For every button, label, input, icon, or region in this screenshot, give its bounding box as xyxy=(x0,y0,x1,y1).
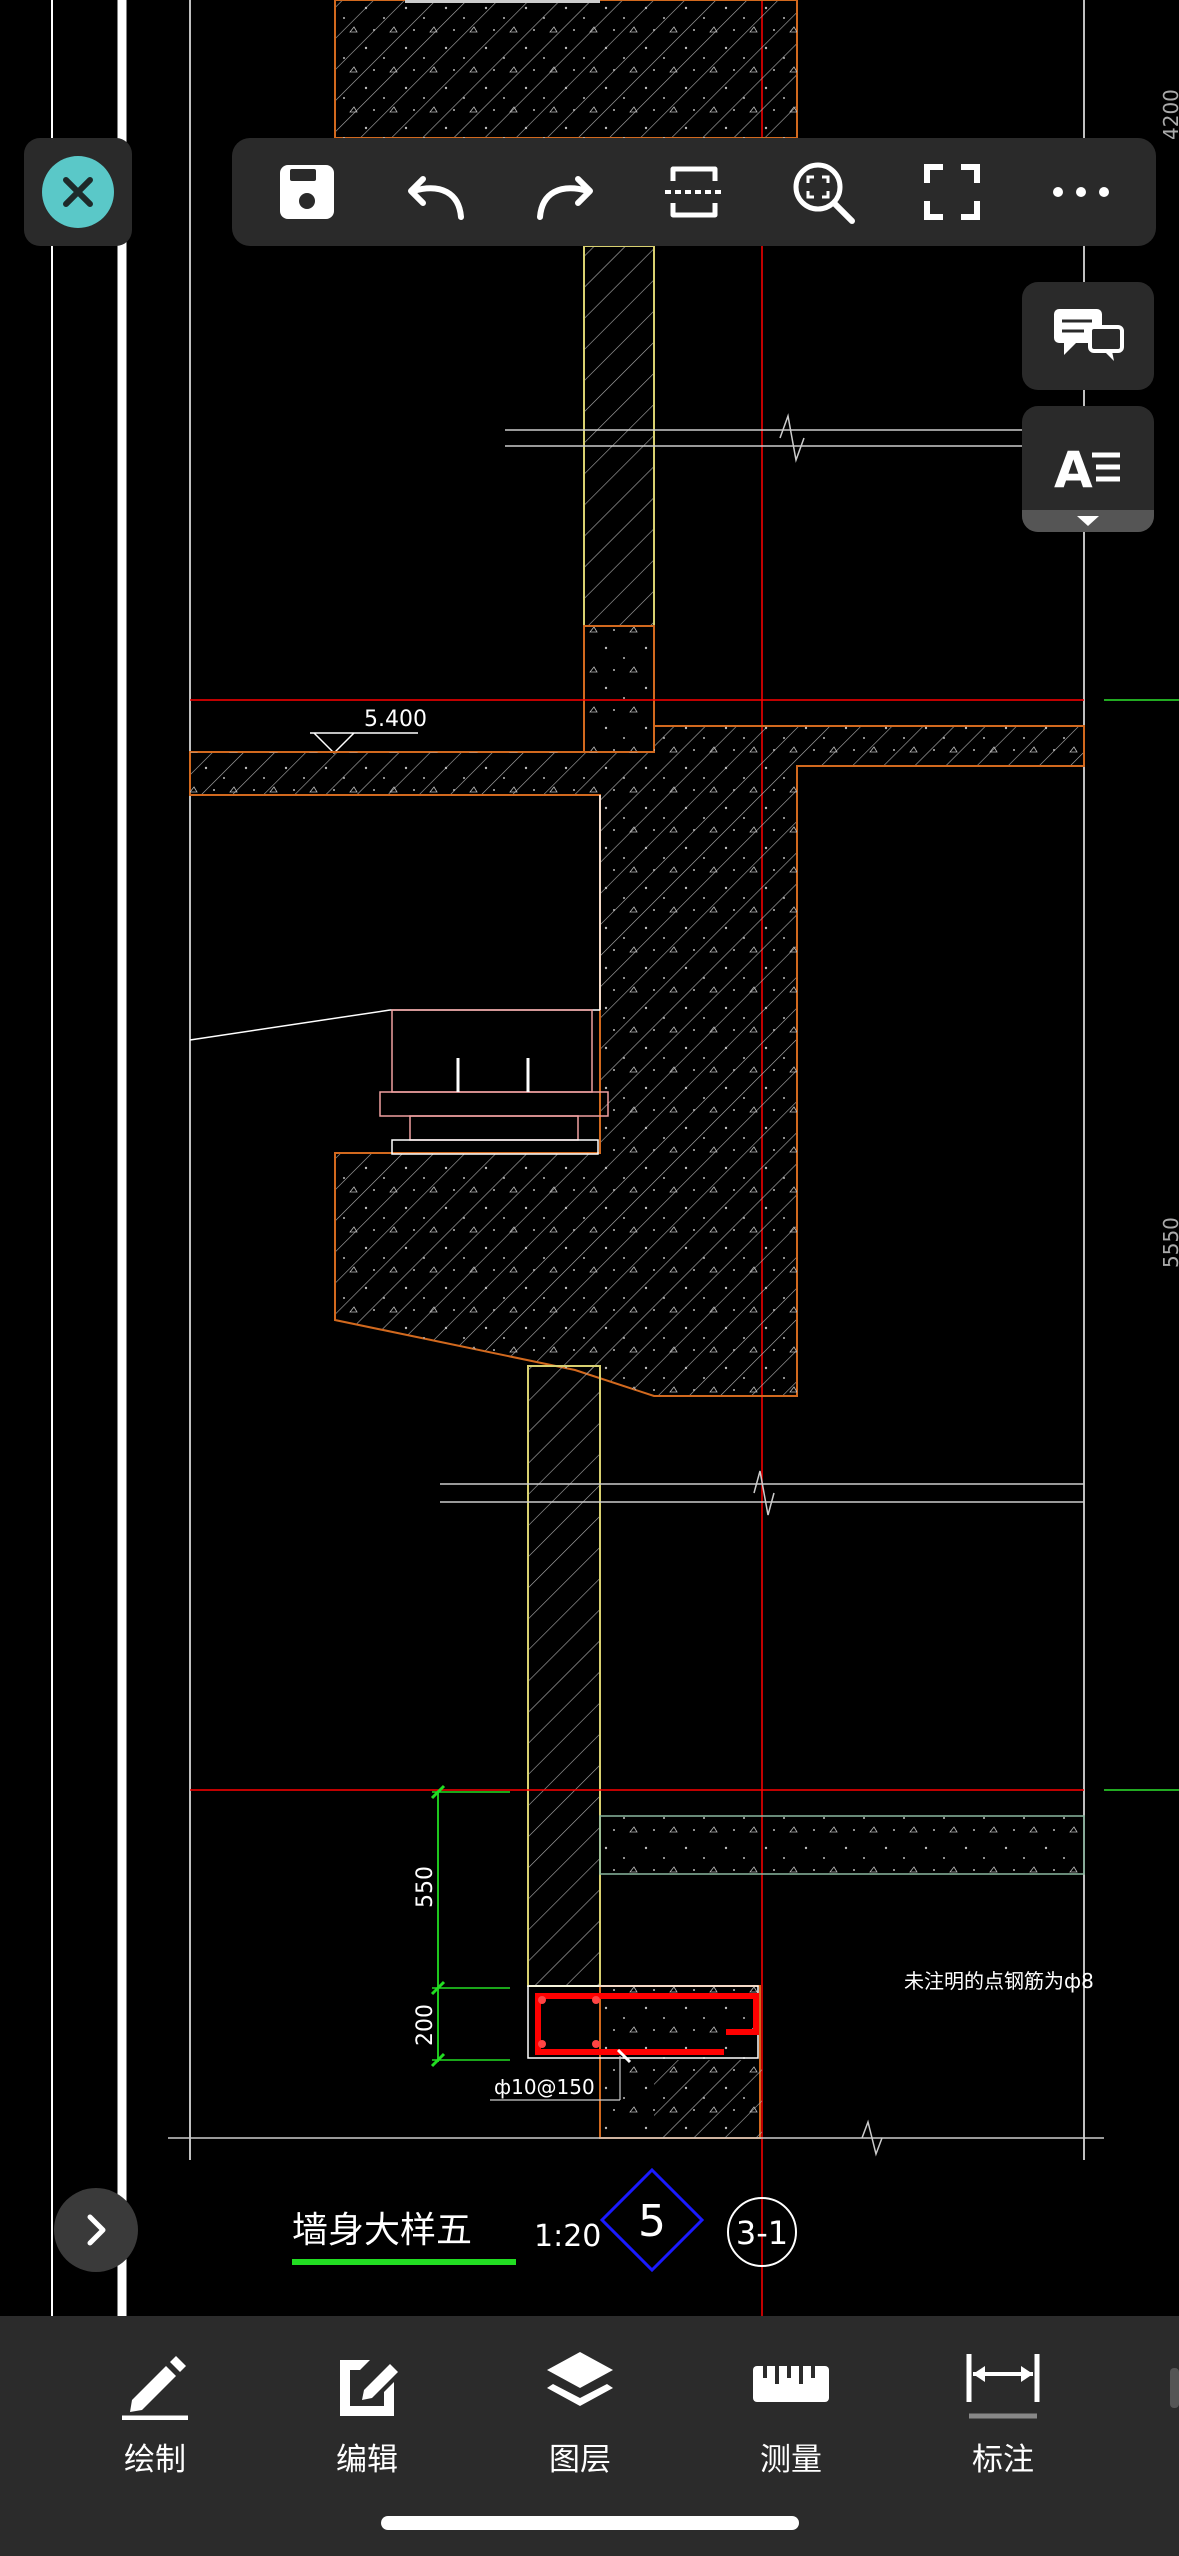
cad-drawing-canvas[interactable]: 5.400 ф10@150 550 200 未注明的点钢筋为ф8 4200 55… xyxy=(0,0,1179,2556)
expand-panel-button[interactable] xyxy=(54,2188,138,2272)
text-style-icon: A xyxy=(1054,441,1120,499)
section-icon[interactable] xyxy=(649,147,739,237)
side-panel-expand[interactable] xyxy=(1022,510,1154,532)
tab-edit-label: 编辑 xyxy=(336,2442,398,2478)
home-indicator[interactable] xyxy=(381,2516,799,2530)
dimension-icon xyxy=(966,2354,1040,2419)
svg-text:A: A xyxy=(1054,441,1093,499)
comments-icon xyxy=(1054,309,1124,361)
dimension-550: 550 xyxy=(413,1866,438,1908)
ruler-icon xyxy=(753,2366,829,2402)
right-dimension-top: 4200 xyxy=(1159,89,1179,140)
chevron-down-icon xyxy=(1077,516,1099,526)
top-toolbar xyxy=(232,138,1156,246)
tab-dimension-label: 标注 xyxy=(972,2442,1034,2478)
more-icon[interactable] xyxy=(1036,147,1126,237)
pencil-icon xyxy=(122,2356,188,2420)
tab-layers-label: 图层 xyxy=(549,2442,611,2478)
save-icon[interactable] xyxy=(262,147,352,237)
drawing-title: 墙身大样五 xyxy=(292,2210,472,2251)
close-icon xyxy=(42,156,114,228)
tab-layers[interactable]: 图层 xyxy=(505,2346,655,2486)
comments-button[interactable] xyxy=(1022,282,1154,390)
tab-edit[interactable]: 编辑 xyxy=(292,2346,442,2486)
redo-icon[interactable] xyxy=(520,147,610,237)
fullscreen-icon[interactable] xyxy=(907,147,997,237)
tab-draw[interactable]: 绘制 xyxy=(80,2346,230,2486)
tab-draw-label: 绘制 xyxy=(124,2442,186,2478)
drawing-scale: 1:20 xyxy=(534,2219,601,2254)
zoom-fit-icon[interactable] xyxy=(778,147,868,237)
chevron-right-icon xyxy=(87,2214,106,2246)
more-tabs-hint xyxy=(1170,2368,1179,2408)
layers-icon xyxy=(547,2352,613,2406)
sheet-reference: 3-1 xyxy=(736,2214,788,2252)
tab-measure[interactable]: 测量 xyxy=(716,2346,866,2486)
rebar-note: 未注明的点钢筋为ф8 xyxy=(904,1969,1094,1993)
rebar-label: ф10@150 xyxy=(494,2075,595,2099)
edit-icon xyxy=(340,2360,398,2416)
dimension-200: 200 xyxy=(413,2004,438,2046)
right-dimension-mid: 5550 xyxy=(1159,1217,1179,1268)
elevation-mark: 5.400 xyxy=(364,707,427,732)
close-button[interactable] xyxy=(24,138,132,246)
tab-dimension[interactable]: 标注 xyxy=(928,2346,1078,2486)
detail-number: 5 xyxy=(638,2196,666,2247)
undo-icon[interactable] xyxy=(391,147,481,237)
tab-measure-label: 测量 xyxy=(760,2442,822,2478)
